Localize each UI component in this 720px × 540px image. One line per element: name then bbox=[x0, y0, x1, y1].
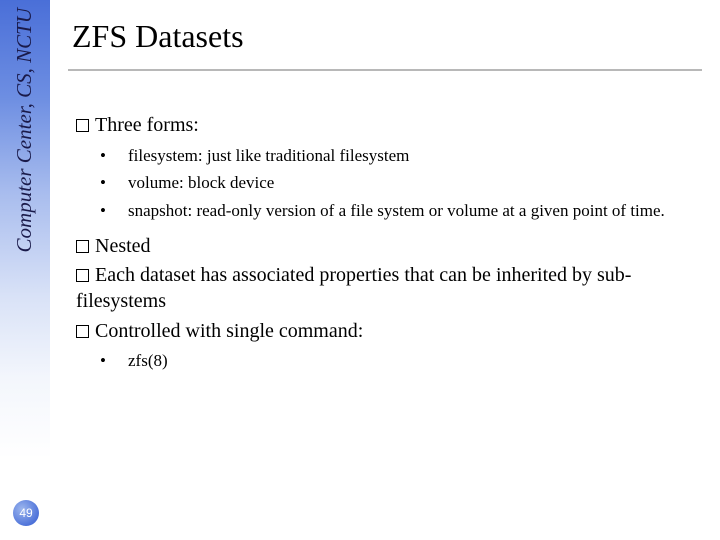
bullet-three-forms: Three forms: bbox=[76, 113, 710, 139]
page-number-text: 49 bbox=[19, 506, 32, 520]
hollow-square-icon bbox=[76, 240, 89, 253]
slide-body: Three forms: filesystem: just like tradi… bbox=[72, 71, 710, 372]
subbullet-volume: volume: block device bbox=[114, 172, 710, 194]
bullet-label: Controlled with single command: bbox=[95, 320, 363, 342]
sidebar-institution-label: Computer Center, CS, NCTU bbox=[12, 8, 37, 252]
hollow-square-icon bbox=[76, 325, 89, 338]
subbullet-snapshot: snapshot: read-only version of a file sy… bbox=[114, 200, 710, 222]
hollow-square-icon bbox=[76, 269, 89, 282]
slide-content: ZFS Datasets Three forms: filesystem: ju… bbox=[72, 0, 710, 540]
bullet-label: Nested bbox=[95, 235, 151, 257]
bullet-single-command: Controlled with single command: bbox=[76, 319, 710, 345]
bullet-label: Each dataset has associated properties t… bbox=[76, 264, 631, 312]
page-number-badge: 49 bbox=[13, 500, 39, 526]
bullet-inherited-props: Each dataset has associated properties t… bbox=[76, 263, 710, 314]
bullet-label: Three forms: bbox=[95, 114, 199, 136]
slide-title: ZFS Datasets bbox=[72, 0, 710, 69]
hollow-square-icon bbox=[76, 119, 89, 132]
sidebar-gradient: Computer Center, CS, NCTU 49 bbox=[0, 0, 50, 540]
subbullet-zfs8: zfs(8) bbox=[114, 350, 710, 372]
bullet-nested: Nested bbox=[76, 234, 710, 260]
subbullet-filesystem: filesystem: just like traditional filesy… bbox=[114, 145, 710, 167]
